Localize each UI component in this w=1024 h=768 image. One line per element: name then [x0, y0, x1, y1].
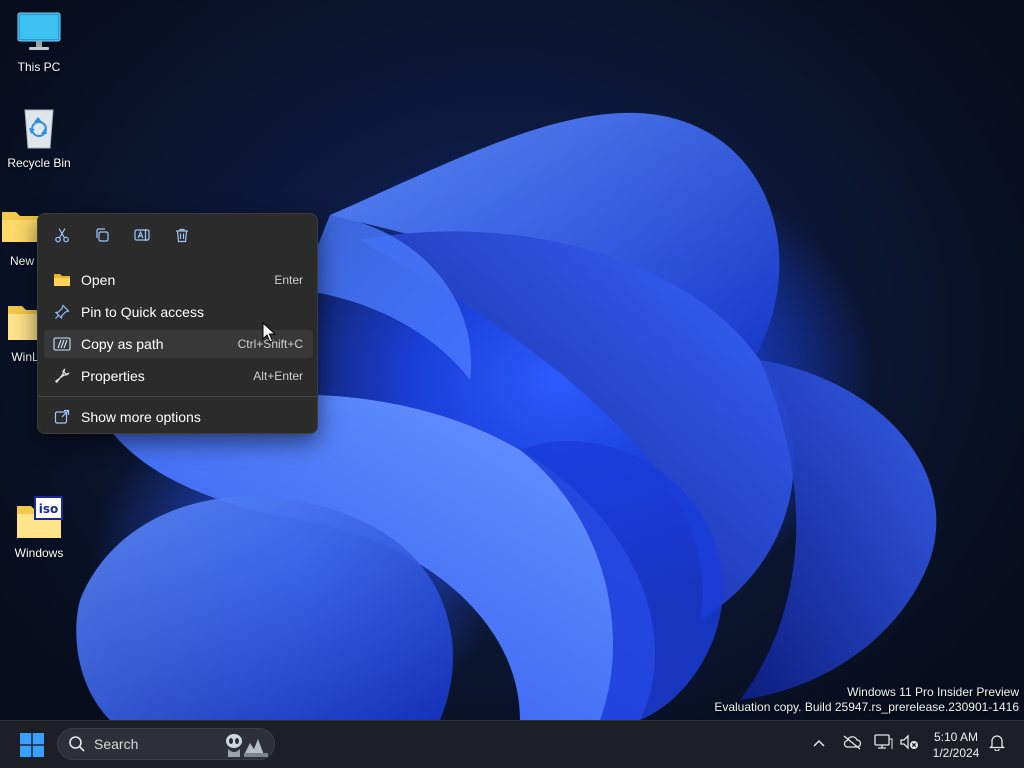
delete-button[interactable]: [170, 225, 194, 249]
network-status-button[interactable]: [872, 733, 894, 755]
menu-item-open[interactable]: Open Enter: [44, 266, 313, 294]
menu-item-label: Open: [81, 272, 116, 288]
copy-icon: [94, 227, 110, 248]
desktop-icon-recycle-bin[interactable]: Recycle Bin: [1, 106, 77, 170]
menu-item-label: Copy as path: [81, 336, 164, 352]
clock-time: 5:10 AM: [933, 730, 979, 744]
cloud-offline-icon: [842, 734, 862, 755]
scissors-icon: [54, 227, 70, 248]
watermark-line-build: Evaluation copy. Build 25947.rs_prerelea…: [714, 700, 1019, 714]
taskbar-clock[interactable]: 5:10 AM 1/2/2024: [926, 729, 986, 761]
rename-button[interactable]: [130, 225, 154, 249]
speaker-muted-icon: [899, 733, 919, 756]
clock-date: 1/2/2024: [932, 746, 980, 760]
folder-open-icon: [52, 270, 72, 290]
wrench-icon: [52, 366, 72, 386]
trash-icon: [174, 227, 190, 248]
recycle-bin-icon: [15, 106, 63, 150]
menu-item-properties[interactable]: Properties Alt+Enter: [44, 362, 313, 390]
desktop-icon-this-pc[interactable]: This PC: [1, 10, 77, 74]
share-icon: [52, 407, 72, 427]
menu-item-label: Pin to Quick access: [81, 304, 204, 320]
pin-icon: [52, 302, 72, 322]
desktop-icon-label: Recycle Bin: [7, 156, 71, 170]
desktop-icon-windows-iso[interactable]: iso Windows: [1, 496, 77, 560]
menu-item-label: Show more options: [81, 409, 201, 425]
svg-text:iso: iso: [39, 502, 59, 516]
quick-actions-bar: [38, 214, 317, 260]
bell-icon: [988, 733, 1006, 756]
taskbar-search-box[interactable]: Search: [57, 728, 275, 760]
rename-icon: [134, 227, 150, 248]
desktop-icon-label: This PC: [17, 60, 61, 74]
watermark-line-edition: Windows 11 Pro Insider Preview: [847, 685, 1019, 699]
taskbar: Search 5:10 AM 1/2/2024: [0, 720, 1024, 768]
cut-button[interactable]: [50, 225, 74, 249]
show-hidden-icons-button[interactable]: [808, 733, 830, 755]
network-monitor-icon: [873, 733, 893, 756]
iso-folder-icon: iso: [15, 496, 63, 540]
menu-item-show-more-options[interactable]: Show more options: [44, 403, 313, 431]
copy-path-icon: [52, 334, 72, 354]
copy-button[interactable]: [90, 225, 114, 249]
windows-logo-icon: [20, 733, 44, 757]
search-icon: [68, 735, 86, 753]
mouse-cursor-icon: [262, 322, 276, 343]
start-button[interactable]: [20, 733, 44, 757]
desktop-icon-label: Windows: [14, 546, 64, 560]
menu-item-label: Properties: [81, 368, 145, 384]
search-label: Search: [94, 736, 139, 752]
volume-button[interactable]: [898, 733, 920, 755]
menu-separator: [38, 396, 317, 397]
onedrive-status-button[interactable]: [841, 733, 863, 755]
notifications-button[interactable]: [986, 733, 1008, 755]
search-highlight-icon: [222, 731, 270, 757]
chevron-up-icon: [812, 735, 826, 753]
monitor-icon: [15, 10, 63, 54]
menu-item-shortcut: Enter: [274, 273, 303, 287]
evaluation-watermark: Windows 11 Pro Insider Preview Evaluatio…: [714, 685, 1019, 715]
menu-item-shortcut: Alt+Enter: [253, 369, 303, 383]
